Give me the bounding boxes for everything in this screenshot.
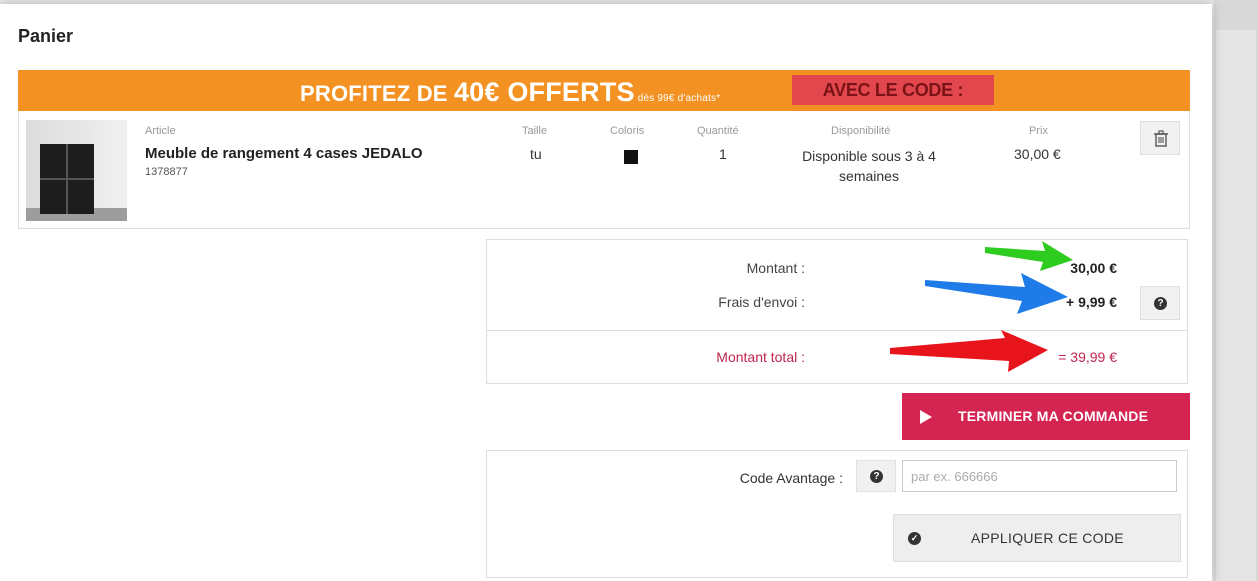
- check-circle-icon: ✓: [908, 532, 921, 545]
- finish-order-label: TERMINER MA COMMANDE: [958, 408, 1149, 424]
- promo-text: PROFITEZ DE 40€ OFFERTS dès 99€ d'achats…: [300, 77, 721, 107]
- green-arrow-icon: [985, 241, 1073, 271]
- quantite-value: 1: [719, 146, 727, 162]
- question-icon: ?: [1154, 297, 1167, 310]
- montant-label: Montant :: [746, 260, 805, 276]
- coloris-header: Coloris: [610, 125, 645, 137]
- cart-item-row: Article Meuble de rangement 4 cases JEDA…: [18, 111, 1190, 229]
- taille-value: tu: [530, 146, 542, 162]
- finish-order-button[interactable]: TERMINER MA COMMANDE: [902, 393, 1190, 440]
- blue-arrow-icon: [925, 273, 1068, 314]
- page-title: Panier: [18, 26, 74, 46]
- coupon-label: Code Avantage :: [739, 470, 843, 486]
- totals-box: Montant : 30,00 € Frais d'envoi : + 9,99…: [486, 239, 1188, 384]
- article-header: Article: [145, 125, 176, 137]
- product-name-link[interactable]: Meuble de rangement 4 cases JEDALO: [145, 145, 423, 162]
- coupon-box: Code Avantage : ? ✓ APPLIQUER CE CODE: [486, 450, 1188, 578]
- background-strip: [1214, 0, 1258, 581]
- shipping-help-button[interactable]: ?: [1140, 286, 1180, 320]
- red-arrow-icon: [890, 330, 1048, 372]
- disponibilite-header: Disponibilité: [831, 125, 891, 137]
- coupon-help-button[interactable]: ?: [856, 460, 896, 492]
- apply-code-label: APPLIQUER CE CODE: [971, 530, 1124, 546]
- play-icon: [920, 410, 932, 424]
- product-thumbnail[interactable]: [26, 120, 127, 221]
- quantite-header: Quantité: [697, 125, 739, 137]
- promo-banner[interactable]: PROFITEZ DE 40€ OFFERTS dès 99€ d'achats…: [18, 70, 1190, 130]
- total-label: Montant total :: [716, 349, 805, 365]
- frais-label: Frais d'envoi :: [718, 294, 805, 310]
- taille-header: Taille: [522, 125, 548, 137]
- coupon-code-input[interactable]: [902, 460, 1177, 492]
- prix-header: Prix: [1029, 125, 1048, 137]
- prix-value: 30,00 €: [1014, 146, 1061, 162]
- delete-item-button[interactable]: [1140, 121, 1180, 155]
- apply-code-button[interactable]: ✓ APPLIQUER CE CODE: [893, 514, 1181, 562]
- disponibilite-value: Disponible sous 3 à 4 semaines: [802, 148, 936, 184]
- trash-icon: [1154, 130, 1168, 147]
- question-icon: ?: [870, 470, 883, 483]
- color-swatch: [624, 150, 638, 164]
- product-ref: 1378877: [145, 166, 188, 178]
- promo-code-box: AVEC LE CODE : BON40: [792, 75, 994, 130]
